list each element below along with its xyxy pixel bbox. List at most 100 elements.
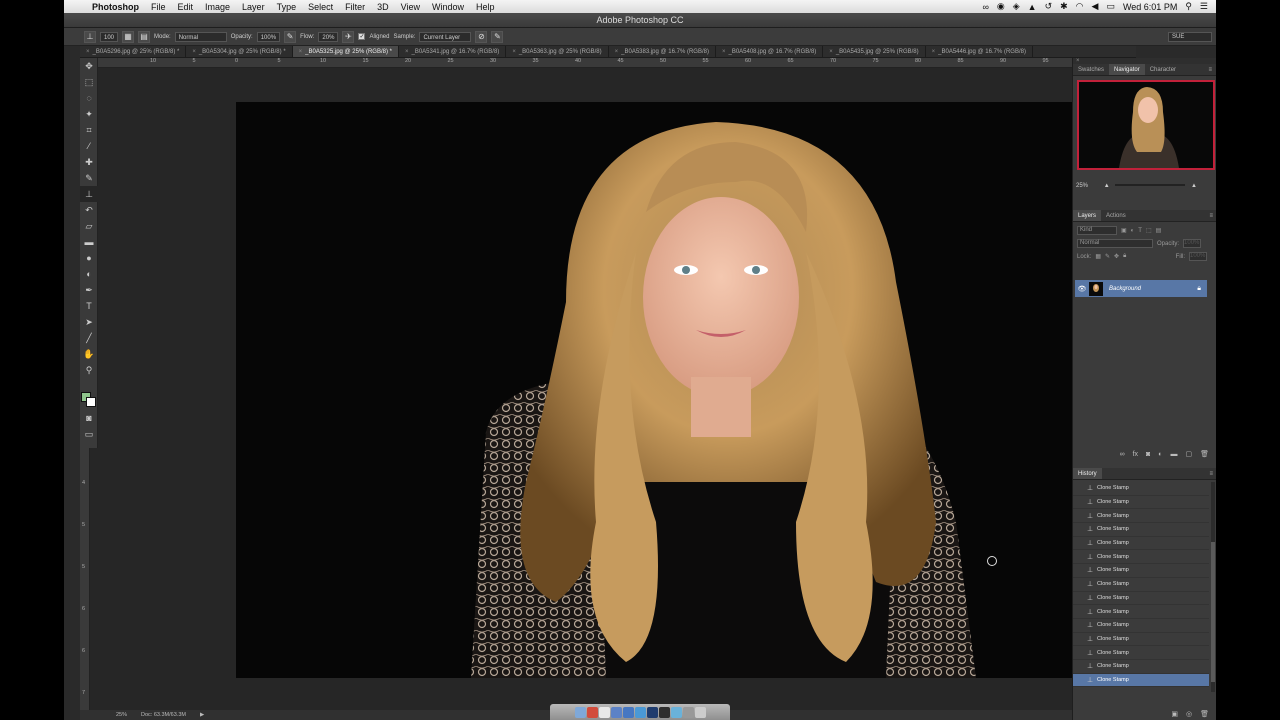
menu-select[interactable]: Select bbox=[302, 2, 339, 12]
history-item[interactable]: ⊥ Clone Stamp bbox=[1073, 646, 1209, 660]
background-color-swatch[interactable] bbox=[86, 397, 96, 407]
safari-icon[interactable] bbox=[598, 706, 610, 718]
history-item[interactable]: ⊥ Clone Stamp bbox=[1073, 660, 1209, 674]
history-item[interactable]: ⊥ Clone Stamp bbox=[1073, 605, 1209, 619]
close-icon[interactable]: × bbox=[192, 49, 196, 55]
magic-wand-tool-icon[interactable]: ✦ bbox=[80, 106, 98, 122]
canvas-area[interactable] bbox=[90, 68, 1136, 710]
opacity-field[interactable]: 100% bbox=[256, 31, 281, 42]
screen-mode-icon[interactable]: ▭ bbox=[80, 426, 98, 442]
spotlight-icon[interactable]: ⚲ bbox=[1185, 1, 1192, 12]
path-selection-tool-icon[interactable]: ➤ bbox=[80, 314, 98, 330]
navigator-zoom-value[interactable]: 25% bbox=[1076, 183, 1088, 189]
move-tool-icon[interactable]: ✥ bbox=[80, 58, 98, 74]
doc-tab[interactable]: × _B0A5408.jpg @ 16.7% (RGB/8) bbox=[716, 46, 824, 57]
record-icon[interactable]: ◉ bbox=[997, 1, 1005, 12]
lock-all-icon[interactable]: 🔒︎ bbox=[1123, 253, 1126, 260]
menu-photoshop[interactable]: Photoshop bbox=[86, 2, 145, 12]
history-brush-tool-icon[interactable]: ↶ bbox=[80, 202, 98, 218]
history-item[interactable]: ⊥ Clone Stamp bbox=[1073, 619, 1209, 633]
add-mask-icon[interactable]: ◙ bbox=[1146, 451, 1150, 458]
dodge-tool-icon[interactable]: ◐ bbox=[80, 266, 98, 282]
gradient-tool-icon[interactable]: ▬ bbox=[80, 234, 98, 250]
crop-tool-icon[interactable]: ⌗ bbox=[80, 122, 98, 138]
link-layers-icon[interactable]: ∞ bbox=[1120, 451, 1125, 458]
notification-icon[interactable]: ▲ bbox=[1028, 2, 1037, 12]
lock-pixels-icon[interactable]: ▦ bbox=[1095, 253, 1101, 260]
photoshop-icon[interactable] bbox=[646, 706, 658, 718]
doc-tab[interactable]: × _B0A5383.jpg @ 16.7% (RGB/8) bbox=[609, 46, 716, 57]
fx-icon[interactable]: fx bbox=[1133, 451, 1138, 458]
menu-edit[interactable]: Edit bbox=[172, 2, 200, 12]
tab-actions[interactable]: Actions bbox=[1101, 210, 1131, 221]
history-item[interactable]: ⊥ Clone Stamp bbox=[1073, 509, 1209, 524]
filter-shape-icon[interactable]: ⬚ bbox=[1146, 227, 1152, 234]
quick-mask-icon[interactable]: ◙ bbox=[80, 410, 98, 426]
document-photo[interactable] bbox=[236, 102, 1136, 678]
chrome-icon[interactable] bbox=[586, 706, 598, 718]
preferences-icon[interactable] bbox=[682, 706, 694, 718]
fill-field[interactable]: 100% bbox=[1189, 252, 1207, 261]
clock[interactable]: Wed 6:01 PM bbox=[1123, 2, 1177, 12]
history-item[interactable]: ⊥ Clone Stamp bbox=[1073, 578, 1209, 592]
blur-tool-icon[interactable]: ● bbox=[80, 250, 98, 266]
close-icon[interactable]: × bbox=[86, 49, 90, 55]
status-doc-size[interactable]: Doc: 63.3M/63.3M bbox=[141, 712, 186, 718]
adjustment-layer-icon[interactable]: ◐ bbox=[1158, 451, 1162, 458]
history-item[interactable]: ⊥ Clone Stamp bbox=[1073, 564, 1209, 578]
history-item[interactable]: ⊥ Clone Stamp bbox=[1073, 523, 1209, 537]
lightroom-icon[interactable] bbox=[658, 706, 670, 718]
history-item[interactable]: ⊥ Clone Stamp bbox=[1073, 482, 1209, 496]
tab-swatches[interactable]: Swatches bbox=[1073, 64, 1109, 75]
lock-position-icon[interactable]: ✥ bbox=[1114, 253, 1119, 260]
menu-layer[interactable]: Layer bbox=[236, 2, 271, 12]
pen-tool-icon[interactable]: ✒ bbox=[80, 282, 98, 298]
brush-panel-icon[interactable]: ▦ bbox=[122, 30, 135, 43]
new-document-from-state-icon[interactable]: ▣ bbox=[1171, 710, 1178, 718]
sample-select[interactable]: Current Layer bbox=[419, 31, 472, 42]
menu-type[interactable]: Type bbox=[271, 2, 303, 12]
panel-menu-icon[interactable]: ≡ bbox=[1208, 64, 1216, 75]
history-scroll-thumb[interactable] bbox=[1211, 542, 1215, 682]
zoom-in-icon[interactable]: ▲ bbox=[1191, 183, 1197, 189]
time-machine-icon[interactable]: ↺ bbox=[1045, 1, 1053, 12]
filter-type-icon[interactable]: T bbox=[1138, 228, 1142, 234]
panel-menu-icon[interactable]: ≡ bbox=[1209, 468, 1216, 479]
ignore-adjustment-icon[interactable]: ⊘ bbox=[475, 30, 488, 43]
delete-state-icon[interactable]: 🗑︎ bbox=[1200, 710, 1209, 718]
navigator-zoom[interactable]: 25% ▲ ▲ bbox=[1076, 183, 1197, 189]
status-zoom[interactable]: 25% bbox=[116, 712, 127, 718]
mail-icon[interactable] bbox=[634, 706, 646, 718]
menu-filter[interactable]: Filter bbox=[339, 2, 371, 12]
close-icon[interactable]: × bbox=[722, 49, 726, 55]
doc-tab[interactable]: × _B0A5304.jpg @ 25% (RGB/8) * bbox=[186, 46, 293, 57]
eyedropper-tool-icon[interactable]: ⁄ bbox=[80, 138, 98, 154]
brush-tool-icon[interactable]: ✎ bbox=[80, 170, 98, 186]
layer-row-background[interactable]: 👁︎ Background 🔒︎ bbox=[1075, 280, 1207, 297]
ruler-horizontal[interactable]: 10 5 0 5 10 15 20 25 30 35 40 45 50 55 60 65 70 75 80 85 90 9… bbox=[90, 58, 1136, 68]
brush-size[interactable]: 100 bbox=[100, 31, 119, 42]
workspace-select[interactable]: SUE bbox=[1168, 31, 1212, 42]
wifi-icon[interactable]: ◠ bbox=[1076, 1, 1084, 12]
layer-filter-kind[interactable]: Kind bbox=[1077, 226, 1117, 235]
zoom-out-icon[interactable]: ▲ bbox=[1104, 183, 1110, 189]
status-arrow-icon[interactable]: ▶ bbox=[200, 712, 204, 718]
history-item[interactable]: ⊥ Clone Stamp bbox=[1073, 673, 1209, 688]
dropbox-icon[interactable]: ◈ bbox=[1013, 1, 1020, 12]
aligned-checkbox[interactable]: ✓ bbox=[358, 33, 366, 40]
clone-source-icon[interactable]: ▤ bbox=[138, 30, 151, 43]
doc-tab[interactable]: × _B0A5296.jpg @ 25% (RGB/8) * bbox=[80, 46, 187, 57]
volume-icon[interactable]: ◀ bbox=[1092, 1, 1099, 12]
battery-icon[interactable]: ▭ bbox=[1106, 1, 1115, 12]
tab-character[interactable]: Character bbox=[1145, 64, 1181, 75]
bluetooth-icon[interactable]: ✱ bbox=[1060, 1, 1068, 12]
menu-help[interactable]: Help bbox=[470, 2, 501, 12]
panel-menu-icon[interactable]: ≡ bbox=[1209, 210, 1216, 221]
history-item[interactable]: ⊥ Clone Stamp bbox=[1073, 496, 1209, 510]
messages-icon[interactable] bbox=[670, 706, 682, 718]
tool-preset-icon[interactable]: ⊥ bbox=[84, 30, 96, 43]
layer-opacity-field[interactable]: 100% bbox=[1183, 239, 1202, 248]
finder-icon[interactable] bbox=[574, 706, 586, 718]
eye-icon[interactable]: 👁︎ bbox=[1075, 285, 1089, 293]
menu-window[interactable]: Window bbox=[426, 2, 470, 12]
